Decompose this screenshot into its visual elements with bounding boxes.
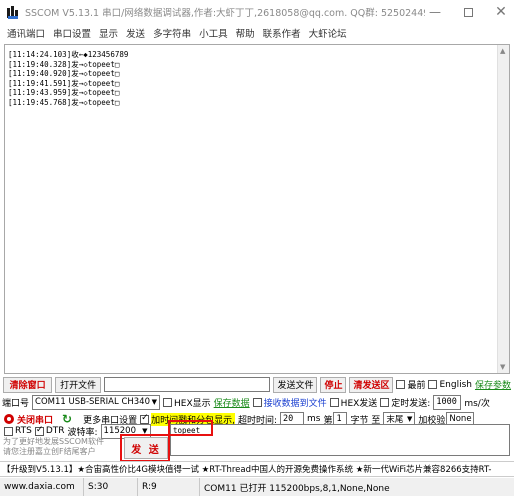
latest-label: 最前 <box>407 381 426 391</box>
send-button[interactable]: 发 送 <box>124 437 168 459</box>
save-parameters-link[interactable]: 保存参数 <box>475 378 511 391</box>
port-select[interactable]: COM11 USB-SERIAL CH340 ▼ <box>32 394 161 410</box>
menu-display[interactable]: 显示 <box>99 26 118 40</box>
receive-to-file-checkbox[interactable]: 接收数据到文件 <box>252 396 327 409</box>
menu-send[interactable]: 发送 <box>126 26 145 40</box>
vertical-scrollbar[interactable]: ▲ ▼ <box>497 45 509 373</box>
menu-contact-author[interactable]: 联系作者 <box>263 26 301 40</box>
toolbar-row-1: 清除窗口 打开文件 发送文件 停止 清发送区 最前 English 保存参数 <box>0 376 514 393</box>
open-file-button[interactable]: 打开文件 <box>55 376 102 393</box>
dtr-label: DTR <box>45 426 65 436</box>
port-status-icon <box>4 414 14 424</box>
log-line: [11:19:40.328]发→◇topeet□ <box>8 59 120 69</box>
highlight-send-text <box>168 420 213 436</box>
minimize-button[interactable]: — <box>419 0 451 24</box>
stop-button[interactable]: 停止 <box>320 376 347 393</box>
send-text-input[interactable]: topeet <box>170 424 510 456</box>
timed-send-label: 定时发送: <box>391 398 431 409</box>
clear-send-button[interactable]: 清发送区 <box>349 376 394 393</box>
hex-send-label: HEX发送 <box>340 398 378 409</box>
status-port-info: COM11 已打开 115200bps,8,1,None,None <box>204 483 390 494</box>
english-label: English <box>439 379 472 390</box>
window-title: SSCOM V5.13.1 串口/网络数据调试器,作者:大虾丁丁,2618058… <box>25 8 425 19</box>
log-line: [11:14:24.103]收←◆123456789 <box>8 50 129 59</box>
scroll-down-icon[interactable]: ▼ <box>500 363 505 371</box>
close-button[interactable]: ✕ <box>485 0 514 24</box>
latest-checkbox[interactable]: 最前 <box>396 378 425 391</box>
interval-input[interactable]: 1000 <box>433 394 462 410</box>
receive-area[interactable]: [11:14:24.103]收←◆123456789 [11:19:40.328… <box>4 44 510 374</box>
hex-display-label: HEX显示 <box>174 398 211 409</box>
log-line: [11:19:43.959]发→◇topeet□ <box>8 88 120 97</box>
status-send-count: S:30 <box>84 478 138 496</box>
receive-to-file-label: 接收数据到文件 <box>263 398 327 409</box>
toolbar-row-2: 端口号 COM11 USB-SERIAL CH340 ▼ HEX显示 保存数据 接… <box>0 394 514 410</box>
timeout-unit: ms <box>307 414 321 424</box>
maximize-button[interactable] <box>452 0 484 24</box>
menu-help[interactable]: 帮助 <box>236 26 255 40</box>
menu-tools[interactable]: 小工具 <box>199 26 228 40</box>
scroll-up-icon[interactable]: ▲ <box>500 47 505 55</box>
news-ticker[interactable]: 【升级到V5.13.1】★合宙高性价比4G模块值得一试 ★RT-Thread中国… <box>0 461 514 477</box>
promo-text: 为了更好地发展SSCOM软件 请您注册嘉立创F结尾客户 <box>3 437 104 456</box>
app-logo-icon <box>6 5 20 19</box>
timed-send-checkbox[interactable]: 定时发送: <box>380 396 430 409</box>
menu-bar: 通讯端口 串口设置 显示 发送 多字符串 小工具 帮助 联系作者 大虾论坛 <box>0 24 514 42</box>
menu-comm-port[interactable]: 通讯端口 <box>7 26 45 40</box>
chevron-down-icon: ▼ <box>151 398 158 406</box>
hex-display-checkbox[interactable]: HEX显示 <box>163 396 211 409</box>
port-label: 端口号 <box>2 398 30 409</box>
menu-multi-string[interactable]: 多字符串 <box>153 26 191 40</box>
rts-checkbox[interactable]: RTS <box>4 426 32 436</box>
status-bar: www.daxia.com S:30 R:9 COM11 已打开 115200b… <box>0 478 514 496</box>
send-file-button[interactable]: 发送文件 <box>273 376 318 393</box>
interval-unit: ms/次 <box>464 398 490 409</box>
file-path-input[interactable] <box>104 377 271 392</box>
save-data-link[interactable]: 保存数据 <box>214 396 250 409</box>
hex-send-checkbox[interactable]: HEX发送 <box>329 396 378 409</box>
log-line: [11:19:41.591]发→◇topeet□ <box>8 78 120 88</box>
menu-forum[interactable]: 大虾论坛 <box>309 26 347 40</box>
english-checkbox[interactable]: English <box>428 380 472 390</box>
log-line: [11:19:40.920]发→◇topeet□ <box>8 69 120 78</box>
status-website[interactable]: www.daxia.com <box>0 478 84 496</box>
dtr-checkbox[interactable]: DTR <box>34 425 65 436</box>
receive-log: [11:14:24.103]收←◆123456789 [11:19:40.328… <box>8 50 488 107</box>
rts-label: RTS <box>15 426 32 436</box>
baud-label: 波特率: <box>67 427 98 438</box>
title-bar: SSCOM V5.13.1 串口/网络数据调试器,作者:大虾丁丁,2618058… <box>0 0 514 24</box>
chevron-down-icon: ▼ <box>406 415 413 423</box>
clear-window-button[interactable]: 清除窗口 <box>3 376 53 393</box>
maximize-icon <box>463 7 473 17</box>
status-receive-count: R:9 <box>138 478 200 496</box>
menu-serial-settings[interactable]: 串口设置 <box>53 26 91 40</box>
log-line: [11:19:45.768]发→◇topeet□ <box>8 97 120 107</box>
